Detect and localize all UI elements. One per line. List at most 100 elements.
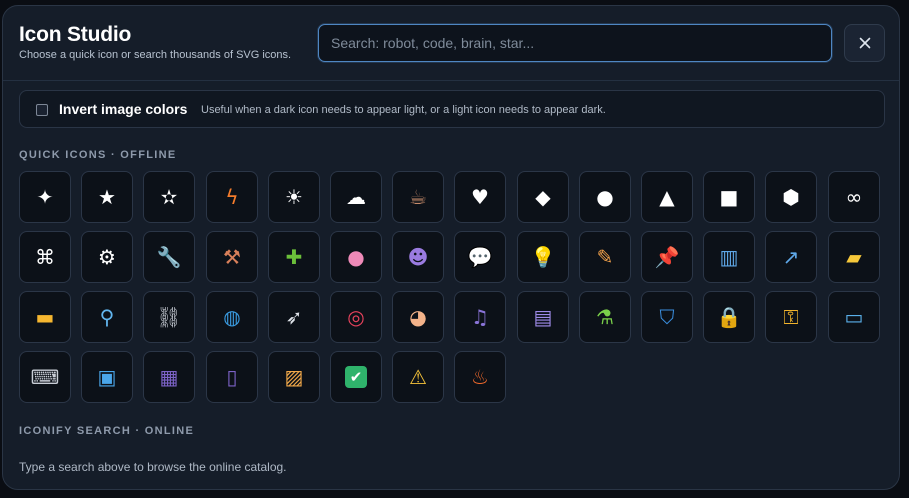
square-icon: ■ [719, 185, 739, 209]
quick-icon-keyboard[interactable]: ⌨ [19, 351, 71, 403]
quick-icon-folder-tabs[interactable]: ▰ [828, 231, 880, 283]
quick-icon-desktop[interactable]: ▣ [81, 351, 133, 403]
lightbulb-icon: 💡 [530, 245, 556, 269]
invert-label[interactable]: Invert image colors [59, 101, 187, 117]
quick-icon-infinity[interactable]: ∞ [828, 171, 880, 223]
bar-chart-icon: ▥ [719, 245, 739, 269]
folder-tabs-icon: ▰ [846, 245, 862, 269]
desktop-icon: ▣ [97, 365, 117, 389]
invert-checkbox[interactable] [36, 104, 48, 116]
music-icon: ♫ [471, 305, 489, 329]
heart-icon: ♥ [471, 185, 489, 209]
speech-bubble-icon: 💬 [467, 245, 493, 269]
quick-icon-square[interactable]: ■ [703, 171, 755, 223]
quick-icon-globe[interactable]: ◍ [206, 291, 258, 343]
wrench-icon: 🔧 [156, 245, 182, 269]
pushpin-icon: 📌 [654, 245, 680, 269]
coffee-icon: ☕ [409, 185, 427, 209]
quick-icon-circle[interactable]: ● [579, 171, 631, 223]
folder-icon: ▬ [35, 305, 55, 329]
quick-icon-target[interactable]: ◎ [330, 291, 382, 343]
invert-help-text: Useful when a dark icon needs to appear … [201, 104, 606, 116]
quick-icon-laptop[interactable]: ▭ [828, 291, 880, 343]
quick-icon-fire[interactable]: ♨ [454, 351, 506, 403]
lock-icon: 🔒 [716, 305, 742, 329]
diamond-icon: ◆ [535, 185, 551, 209]
icon-studio-modal: Icon Studio Choose a quick icon or searc… [2, 5, 900, 490]
close-button[interactable] [844, 24, 885, 62]
quick-icon-memo[interactable]: ✎ [579, 231, 631, 283]
line-chart-icon: ↗ [782, 245, 800, 269]
modal-title: Icon Studio [19, 23, 132, 46]
quick-icon-pushpin[interactable]: 📌 [641, 231, 693, 283]
quick-icon-speech-bubble[interactable]: 💬 [454, 231, 506, 283]
close-icon [859, 37, 870, 49]
quick-icon-coffee[interactable]: ☕ [392, 171, 444, 223]
cloud-icon: ☁ [346, 185, 366, 209]
quick-icon-sun[interactable]: ☀ [268, 171, 320, 223]
quick-icon-gear[interactable]: ⚙ [81, 231, 133, 283]
quick-icon-music[interactable]: ♫ [454, 291, 506, 343]
quick-icon-line-chart[interactable]: ↗ [765, 231, 817, 283]
quick-icon-puzzle[interactable]: ✚ [268, 231, 320, 283]
check-box-icon: ✔ [345, 366, 367, 388]
sparkle-icon: ✦ [36, 185, 54, 209]
quick-icon-calculator[interactable]: ▦ [143, 351, 195, 403]
search-input[interactable] [318, 24, 832, 62]
shield-icon: ⛉ [659, 305, 675, 329]
tools-icon: ⚒ [223, 245, 241, 269]
fire-icon: ♨ [471, 365, 489, 389]
quick-icon-clapperboard[interactable]: ▤ [517, 291, 569, 343]
quick-icon-cloud[interactable]: ☁ [330, 171, 382, 223]
quick-icon-lock[interactable]: 🔒 [703, 291, 755, 343]
quick-icon-lightning[interactable]: ϟ [206, 171, 258, 223]
quick-icon-folder[interactable]: ▬ [19, 291, 71, 343]
invert-option: Invert image colors Useful when a dark i… [19, 90, 885, 128]
quick-icon-palette[interactable]: ◕ [392, 291, 444, 343]
quick-icon-star-filled[interactable]: ★ [81, 171, 133, 223]
triangle-icon: ▲ [659, 185, 675, 209]
quick-icon-hexagon[interactable]: ⬢ [765, 171, 817, 223]
warning-icon: ⚠ [409, 365, 427, 389]
quick-icon-diamond[interactable]: ◆ [517, 171, 569, 223]
quick-icon-bar-chart[interactable]: ▥ [703, 231, 755, 283]
memo-icon: ✎ [596, 245, 614, 269]
quick-icon-key[interactable]: ⚿ [765, 291, 817, 343]
circle-icon: ● [596, 185, 614, 209]
quick-icon-tools[interactable]: ⚒ [206, 231, 258, 283]
laptop-icon: ▭ [844, 305, 864, 329]
quick-icon-heart[interactable]: ♥ [454, 171, 506, 223]
quick-icon-robot[interactable]: ☻ [392, 231, 444, 283]
quick-icon-lightbulb[interactable]: 💡 [517, 231, 569, 283]
quick-icon-magnifier[interactable]: ⚲ [81, 291, 133, 343]
quick-icon-wrench[interactable]: 🔧 [143, 231, 195, 283]
palette-icon: ◕ [409, 305, 427, 329]
iconify-hint: Type a search above to browse the online… [19, 460, 287, 474]
lightning-icon: ϟ [225, 185, 239, 209]
brain-icon: ● [347, 245, 365, 269]
card-file-box-icon: ▨ [284, 365, 304, 389]
quick-icon-triangle[interactable]: ▲ [641, 171, 693, 223]
command-icon: ⌘ [35, 245, 55, 269]
quick-icon-sparkle[interactable]: ✦ [19, 171, 71, 223]
star-outline-icon: ✫ [160, 185, 178, 209]
quick-icon-warning[interactable]: ⚠ [392, 351, 444, 403]
quick-icon-rocket[interactable]: ➶ [268, 291, 320, 343]
quick-icon-star-outline[interactable]: ✫ [143, 171, 195, 223]
file-cabinet-icon: ▯ [226, 365, 238, 389]
quick-icon-link[interactable]: ⛓ [143, 291, 195, 343]
key-icon: ⚿ [783, 305, 799, 329]
quick-icons-heading: QUICK ICONS · OFFLINE [19, 149, 177, 161]
quick-icon-card-file-box[interactable]: ▨ [268, 351, 320, 403]
quick-icon-shield[interactable]: ⛉ [641, 291, 693, 343]
quick-icon-check-box[interactable]: ✔ [330, 351, 382, 403]
quick-icon-command[interactable]: ⌘ [19, 231, 71, 283]
quick-icon-test-tube[interactable]: ⚗ [579, 291, 631, 343]
quick-icon-brain[interactable]: ● [330, 231, 382, 283]
quick-icon-file-cabinet[interactable]: ▯ [206, 351, 258, 403]
modal-subtitle: Choose a quick icon or search thousands … [19, 49, 292, 61]
sun-icon: ☀ [285, 185, 303, 209]
iconify-heading: ICONIFY SEARCH · ONLINE [19, 425, 195, 437]
calculator-icon: ▦ [159, 365, 179, 389]
gear-icon: ⚙ [98, 245, 116, 269]
